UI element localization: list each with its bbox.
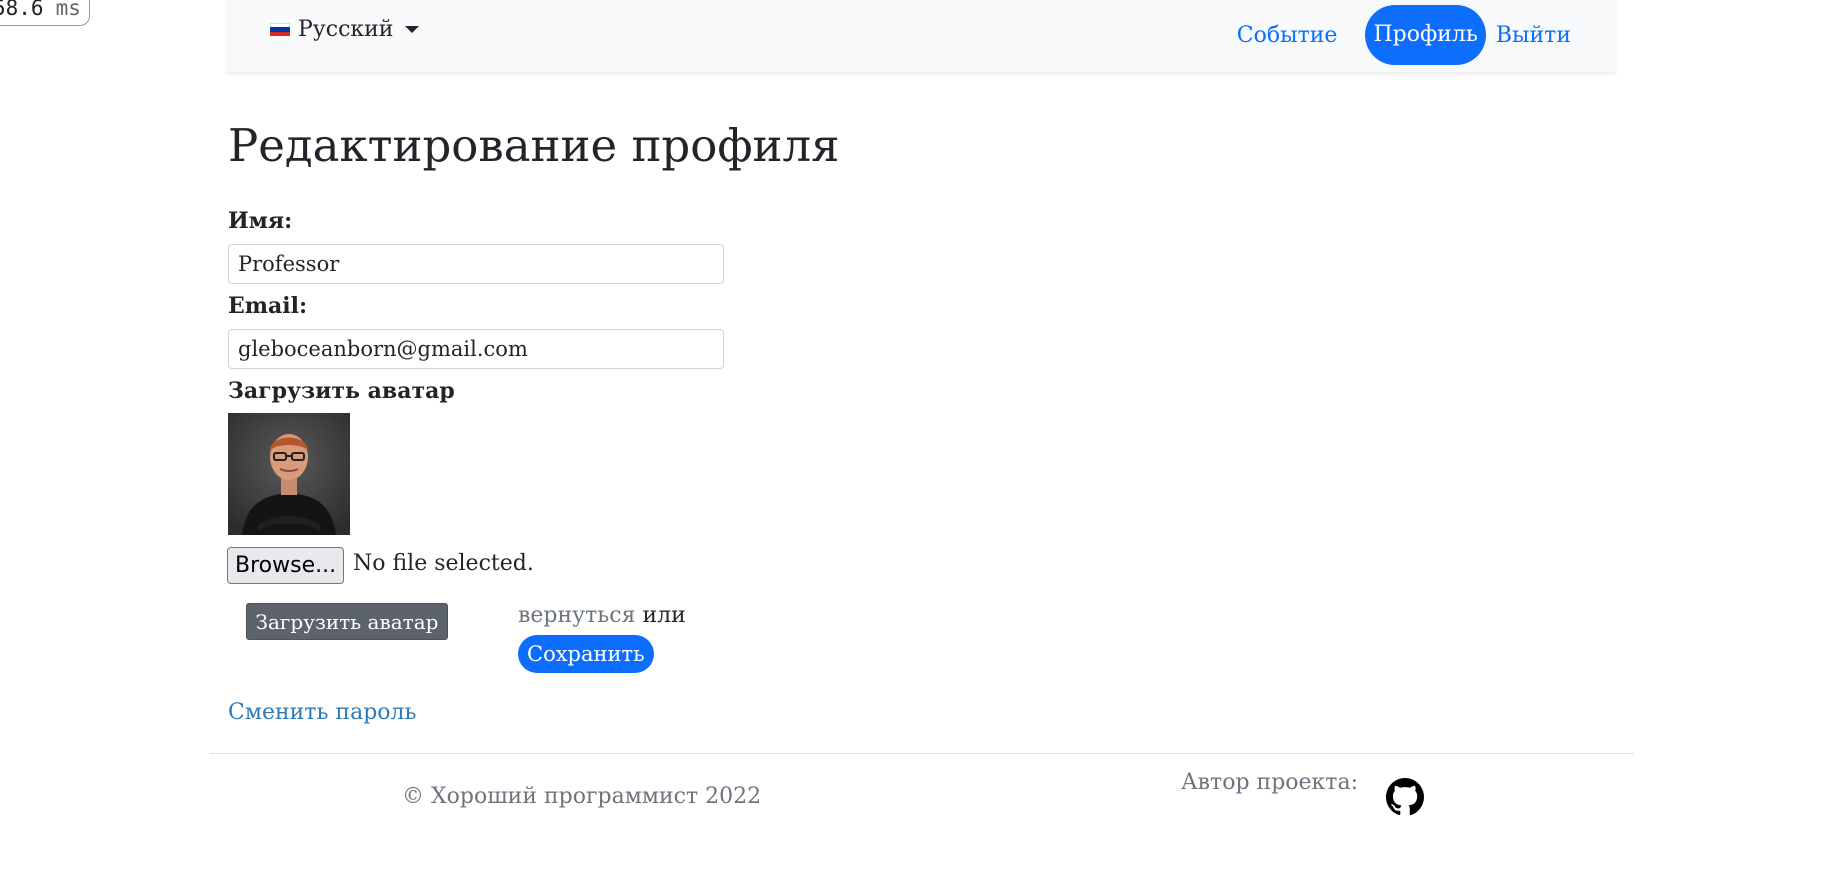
file-status: No file selected. [353,551,534,576]
nav-link-profile[interactable]: Профиль [1365,5,1486,65]
footer-copyright: © Хороший программист 2022 [402,784,762,809]
back-or-save-line: вернуться или [518,603,686,628]
perf-unit: ms [55,0,81,20]
footer-divider [210,753,1634,754]
nav-links: Событие Профиль Выйти [1227,5,1571,65]
language-dropdown[interactable]: Русский [270,17,420,42]
perf-overlay: 58.6 ms [0,0,90,26]
avatar-photo [228,413,350,535]
github-icon[interactable] [1386,778,1424,816]
name-field[interactable] [228,244,724,284]
browse-button[interactable]: Browse... [227,547,345,584]
chevron-down-icon [405,26,420,33]
russia-flag-icon [270,22,290,37]
avatar [228,413,350,535]
language-label: Русский [298,17,394,42]
name-label: Имя: [228,208,293,234]
avatar-label: Загрузить аватар [228,378,455,404]
perf-value: 58.6 [0,0,44,20]
navbar: Русский Событие Профиль Выйти [227,0,1616,72]
email-field[interactable] [228,329,724,369]
or-text: или [642,603,686,628]
nav-link-event[interactable]: Событие [1227,23,1348,48]
nav-link-logout[interactable]: Выйти [1486,23,1571,48]
email-label: Email: [228,293,308,319]
footer-author-label: Автор проекта: [1181,770,1358,795]
upload-avatar-button[interactable]: Загрузить аватар [246,603,448,640]
change-password-link[interactable]: Сменить пароль [228,700,417,725]
page-title: Редактирование профиля [228,119,840,172]
back-link[interactable]: вернуться [518,603,635,628]
save-button[interactable]: Сохранить [518,635,654,673]
